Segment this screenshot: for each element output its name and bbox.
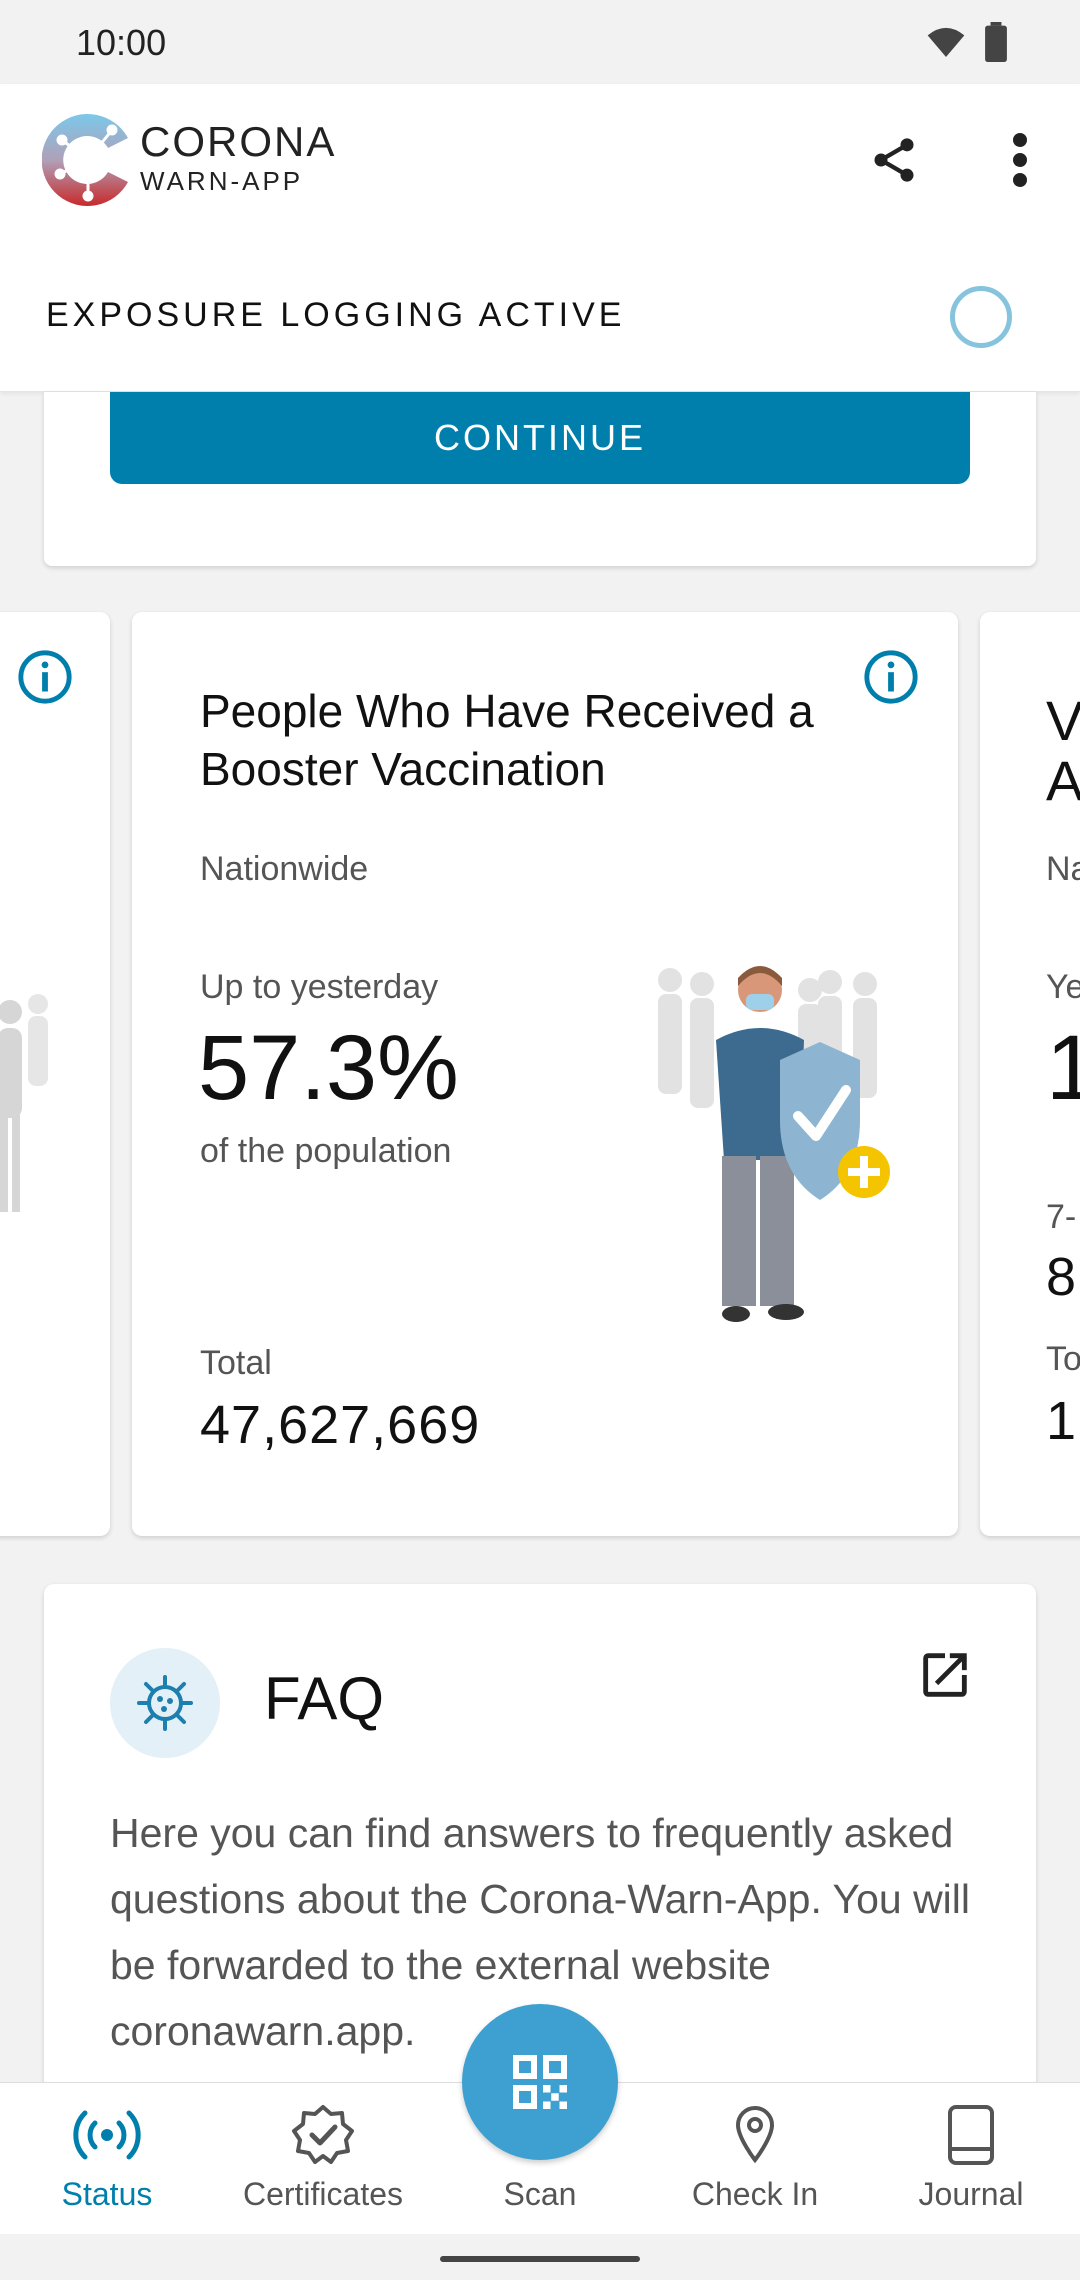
continue-button[interactable]: CONTINUE <box>110 392 970 484</box>
next-card-value-fragment: 1 <box>1046 1017 1080 1119</box>
stat-card-title: People Who Have Received a Booster Vacci… <box>200 685 814 795</box>
next-card-value2-fragment: 8 <box>1046 1247 1077 1307</box>
nav-tab-certificates[interactable]: Certificates <box>238 2104 408 2213</box>
virus-icon <box>137 1675 193 1731</box>
next-card-value3-fragment: 1 <box>1046 1391 1077 1451</box>
book-icon <box>948 2105 994 2165</box>
nav-tab-check-in[interactable]: Check In <box>670 2104 840 2213</box>
share-icon[interactable] <box>868 134 920 186</box>
next-card-label-fragment: Ye <box>1046 968 1080 1006</box>
brand-subname: WARN-APP <box>140 166 304 196</box>
stat-total-label: Total <box>200 1344 272 1382</box>
next-card-label2-fragment: 7- <box>1046 1198 1077 1236</box>
exposure-logging-status[interactable]: EXPOSURE LOGGING ACTIVE <box>46 296 625 335</box>
brand-name: CORONA <box>140 118 337 165</box>
stat-total-value: 47,627,669 <box>200 1395 481 1455</box>
exposure-status-ring-icon <box>950 286 1012 348</box>
next-card-title-fragment: V <box>1046 689 1080 752</box>
stat-card-next[interactable]: V A Na Ye 1 7- 8 To 1 <box>980 612 1080 1536</box>
stat-percentage-suffix: of the population <box>200 1132 452 1170</box>
nav-label-journal: Journal <box>918 2176 1024 2212</box>
info-icon[interactable] <box>862 648 920 706</box>
qr-code-icon <box>513 2055 567 2109</box>
next-card-title-fragment-2: A <box>1046 749 1080 812</box>
certificate-badge-icon <box>292 2105 354 2164</box>
next-card-label3-fragment: To <box>1046 1340 1080 1378</box>
faq-icon-badge <box>110 1648 220 1758</box>
nav-label-check-in: Check In <box>691 2176 819 2212</box>
status-icons <box>926 22 1008 62</box>
more-options-icon[interactable] <box>1000 132 1040 188</box>
nav-label-scan[interactable]: Scan <box>460 2176 620 2213</box>
stat-region: Nationwide <box>200 850 369 888</box>
faq-title: FAQ <box>264 1665 385 1732</box>
people-silhouette-icon <box>0 994 48 1212</box>
nav-label-status: Status <box>61 2176 153 2212</box>
nav-label-certificates: Certificates <box>242 2176 404 2212</box>
scan-button[interactable] <box>462 2004 618 2160</box>
stat-card-previous[interactable] <box>0 612 110 1536</box>
external-link-icon[interactable] <box>916 1646 974 1704</box>
home-gesture-bar[interactable] <box>440 2256 640 2262</box>
battery-icon <box>985 22 1007 62</box>
booster-person-shield-illustration-icon <box>658 966 890 1322</box>
stat-period-label: Up to yesterday <box>200 968 439 1006</box>
location-pin-icon <box>735 2105 775 2164</box>
stat-percentage: 57.3% <box>198 1017 459 1119</box>
corona-warn-app-logo-icon <box>42 114 128 206</box>
status-time: 10:00 <box>76 22 167 63</box>
wifi-icon <box>927 27 965 57</box>
info-icon[interactable] <box>16 648 74 706</box>
nav-tab-journal[interactable]: Journal <box>886 2104 1056 2213</box>
next-card-region-fragment: Na <box>1046 850 1080 888</box>
broadcast-icon <box>73 2110 141 2160</box>
nav-tab-status[interactable]: Status <box>22 2104 192 2213</box>
